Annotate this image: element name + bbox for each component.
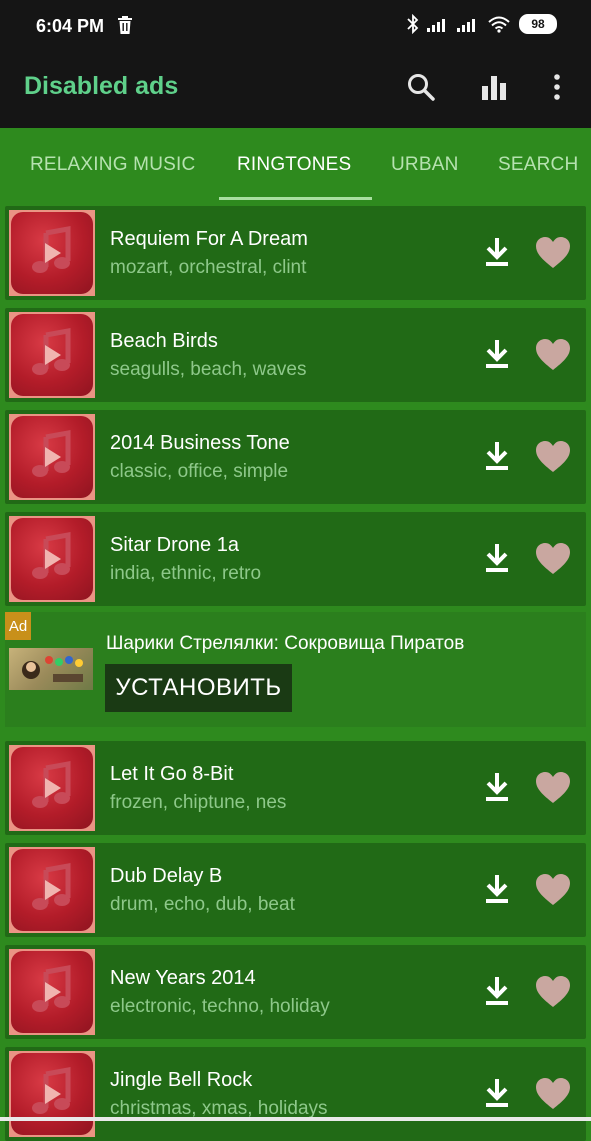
status-time: 6:04 PM <box>36 16 105 36</box>
ringtone-tags: electronic, techno, holiday <box>110 996 330 1017</box>
album-art[interactable] <box>9 210 95 296</box>
list-item[interactable]: Dub Delay B drum, echo, dub, beat <box>5 843 586 937</box>
play-icon[interactable] <box>39 444 65 470</box>
favorite-heart-icon[interactable] <box>535 771 571 805</box>
ringtone-tags: classic, office, simple <box>110 461 289 482</box>
ringtone-title: New Years 2014 <box>110 967 256 989</box>
ringtone-tags: drum, echo, dub, beat <box>110 894 295 915</box>
trash-icon <box>118 16 132 34</box>
battery-indicator: 98 <box>519 14 557 34</box>
search-icon[interactable] <box>404 70 438 104</box>
download-icon[interactable] <box>482 440 512 472</box>
play-icon[interactable] <box>39 1081 65 1107</box>
album-art[interactable] <box>9 847 95 933</box>
play-icon[interactable] <box>39 546 65 572</box>
bluetooth-icon <box>407 14 419 34</box>
play-icon[interactable] <box>39 342 65 368</box>
ringtone-title: Requiem For A Dream <box>110 228 308 250</box>
list-item[interactable]: 2014 Business Tone classic, office, simpl… <box>5 410 586 504</box>
status-bar: 6:04 PM 98 <box>0 0 591 46</box>
list-item[interactable]: Beach Birds seagulls, beach, waves <box>5 308 586 402</box>
album-art[interactable] <box>9 414 95 500</box>
ringtone-title: Let It Go 8-Bit <box>110 763 234 785</box>
app-title: Disabled ads <box>24 72 179 100</box>
app-bar: Disabled ads <box>0 46 591 128</box>
download-icon[interactable] <box>482 771 512 803</box>
play-icon[interactable] <box>39 240 65 266</box>
ad-install-button[interactable]: УСТАНОВИТЬ <box>105 664 292 712</box>
ad-image[interactable] <box>9 648 93 690</box>
ringtone-title: 2014 Business Tone <box>110 432 290 454</box>
list-item[interactable]: Let It Go 8-Bit frozen, chiptune, nes <box>5 741 586 835</box>
signal-icon-2 <box>457 19 475 32</box>
ringtone-tags: india, ethnic, retro <box>110 563 262 584</box>
ad-card[interactable]: Ad Шарики Стрелялки: Сокровища Пиратов У… <box>5 612 586 727</box>
bar-chart-icon[interactable] <box>477 70 511 104</box>
tab-relaxing-music[interactable]: RELAXING MUSIC <box>30 154 195 176</box>
favorite-heart-icon[interactable] <box>535 542 571 576</box>
album-art[interactable] <box>9 516 95 602</box>
tab-search[interactable]: SEARCH <box>498 154 578 176</box>
tab-bar: RELAXING MUSIC RINGTONES URBAN SEARCH <box>0 128 591 200</box>
favorite-heart-icon[interactable] <box>535 873 571 907</box>
signal-icon <box>427 19 445 32</box>
ringtone-title: Dub Delay B <box>110 865 223 887</box>
wifi-icon <box>488 16 510 33</box>
favorite-heart-icon[interactable] <box>535 440 571 474</box>
tab-urban[interactable]: URBAN <box>391 154 459 176</box>
download-icon[interactable] <box>482 1077 512 1109</box>
favorite-heart-icon[interactable] <box>535 975 571 1009</box>
ringtone-tags: mozart, orchestral, clint <box>110 257 307 278</box>
download-icon[interactable] <box>482 236 512 268</box>
tab-ringtones[interactable]: RINGTONES <box>237 154 351 176</box>
ad-badge: Ad <box>5 612 31 640</box>
list-item[interactable]: Sitar Drone 1a india, ethnic, retro <box>5 512 586 606</box>
ringtone-title: Beach Birds <box>110 330 218 352</box>
album-art[interactable] <box>9 745 95 831</box>
ad-title[interactable]: Шарики Стрелялки: Сокровища Пиратов <box>106 633 464 655</box>
favorite-heart-icon[interactable] <box>535 236 571 270</box>
play-icon[interactable] <box>39 877 65 903</box>
ringtone-title: Sitar Drone 1a <box>110 534 239 556</box>
play-icon[interactable] <box>39 775 65 801</box>
list-item[interactable]: Jingle Bell Rock christmas, xmas, holiday… <box>5 1047 586 1141</box>
ringtone-tags: seagulls, beach, waves <box>110 359 307 380</box>
ringtone-tags: frozen, chiptune, nes <box>110 792 287 813</box>
list-item[interactable]: Requiem For A Dream mozart, orchestral, c… <box>5 206 586 300</box>
more-vert-icon[interactable] <box>540 70 574 104</box>
favorite-heart-icon[interactable] <box>535 338 571 372</box>
download-icon[interactable] <box>482 542 512 574</box>
album-art[interactable] <box>9 312 95 398</box>
list-item[interactable]: New Years 2014 electronic, techno, holida… <box>5 945 586 1039</box>
download-icon[interactable] <box>482 873 512 905</box>
album-art[interactable] <box>9 949 95 1035</box>
download-icon[interactable] <box>482 975 512 1007</box>
play-icon[interactable] <box>39 979 65 1005</box>
status-icons: 98 <box>407 14 557 34</box>
tab-indicator <box>219 197 372 200</box>
favorite-heart-icon[interactable] <box>535 1077 571 1111</box>
ringtone-title: Jingle Bell Rock <box>110 1069 253 1091</box>
album-art[interactable] <box>9 1051 95 1137</box>
nav-bar-edge <box>0 1117 591 1121</box>
download-icon[interactable] <box>482 338 512 370</box>
